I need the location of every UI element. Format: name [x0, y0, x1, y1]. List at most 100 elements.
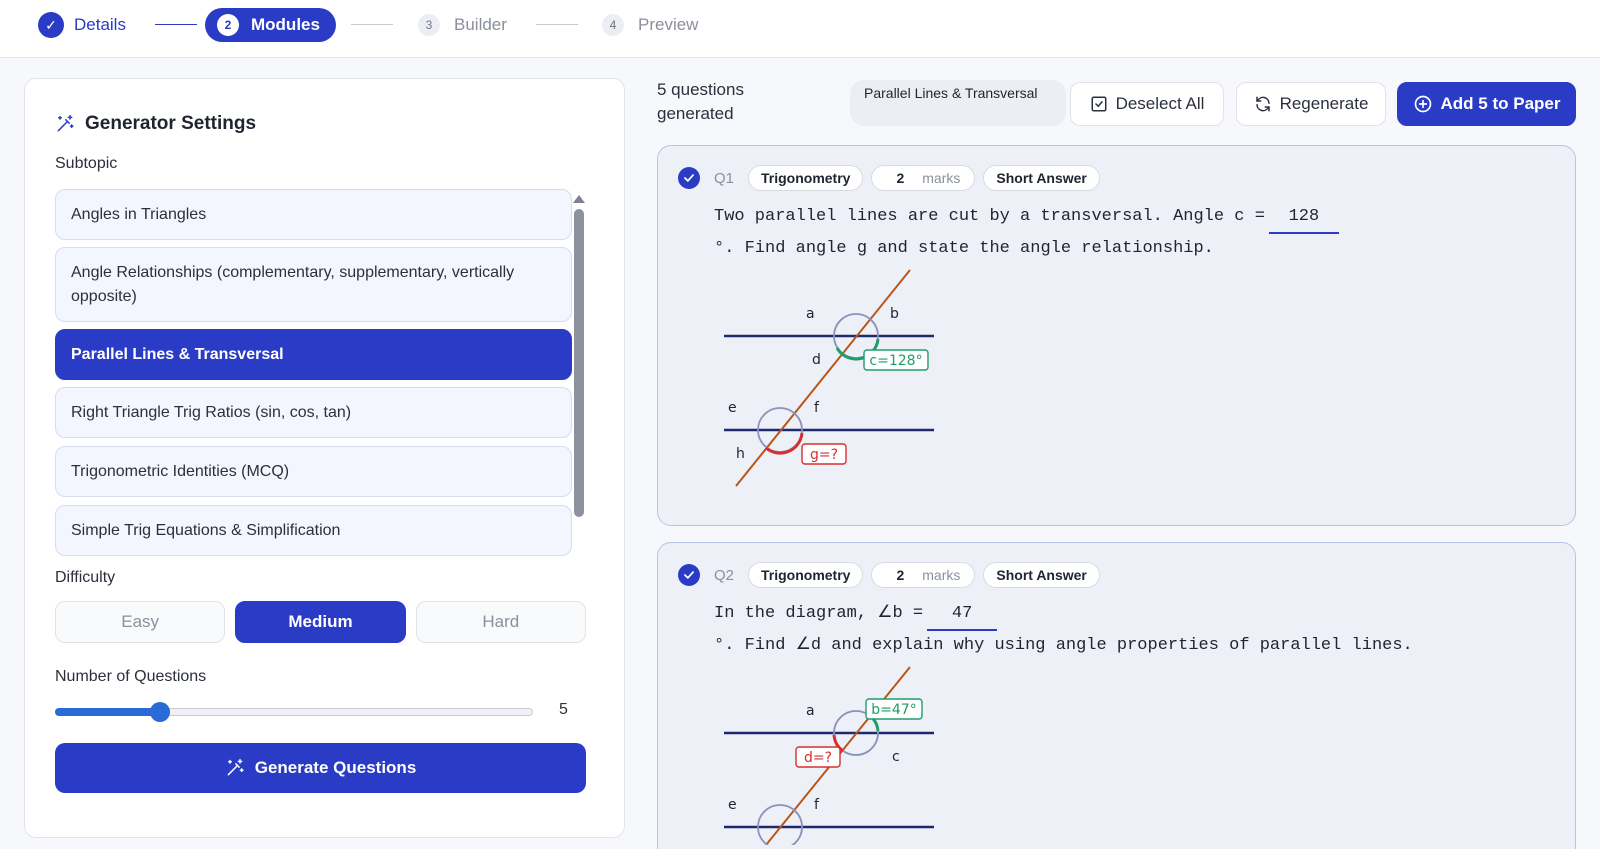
step-builder-label: Builder — [454, 15, 507, 34]
step-details-label: Details — [74, 15, 126, 34]
check-icon — [684, 571, 694, 579]
known-angle-label: c=128° — [869, 353, 922, 369]
marks-unit: marks — [922, 170, 961, 186]
question-text-after: °. Find angle g and state the angle rela… — [714, 239, 1214, 258]
topic-tag: Trigonometry — [748, 165, 864, 191]
question-id: Q2 — [714, 566, 735, 584]
subtopic-list: Angles in Triangles Angle Relationships … — [55, 189, 590, 633]
known-angle-label: b=47° — [871, 702, 916, 718]
angle-label-e: e — [728, 797, 737, 813]
question-text-before: In the diagram, ∠b = — [714, 604, 924, 623]
panel-title-text: Generator Settings — [85, 113, 257, 134]
generate-questions-button[interactable]: Generate Questions — [55, 743, 586, 793]
question-header: Q2 Trigonometry 2 marks Short Answer — [678, 561, 1100, 589]
magic-wand-icon — [227, 758, 244, 776]
subtopic-item[interactable]: Angles in Triangles — [55, 189, 572, 240]
subtopic-item-label: Right Triangle Trig Ratios (sin, cos, ta… — [71, 403, 352, 421]
step-modules[interactable]: 2 Modules — [205, 8, 336, 42]
question-header: Q1 Trigonometry 2 marks Short Answer — [678, 164, 1100, 192]
difficulty-medium-button[interactable]: Medium — [235, 601, 406, 643]
slider-fill — [55, 708, 161, 716]
checkbox-icon — [1091, 96, 1107, 112]
slider-handle[interactable] — [150, 702, 171, 722]
question-text-after: °. Find ∠d and explain why using angle p… — [714, 636, 1413, 655]
parallel-lines-diagram: a b d c=128° e f h g=? — [724, 269, 934, 487]
topic-chip: Parallel Lines & Transversal — [850, 80, 1066, 126]
plus-circle-icon — [1414, 95, 1431, 113]
question-type-tag: Short Answer — [983, 562, 1100, 588]
regenerate-label: Regenerate — [1279, 94, 1369, 113]
generator-settings-panel: Generator Settings Subtopic Angles in Tr… — [24, 78, 625, 838]
check-icon: ✓ — [38, 12, 64, 38]
step-details[interactable]: ✓ Details — [38, 8, 126, 42]
marks-number: 2 — [896, 567, 905, 583]
subtopic-item[interactable]: Angle Relationships (complementary, supp… — [55, 247, 572, 322]
answer-blank[interactable]: 47 — [927, 599, 998, 631]
step-preview[interactable]: 4 Preview — [602, 8, 698, 42]
questions-generated-count: 5 questions generated — [657, 80, 744, 123]
step-connector — [536, 24, 578, 25]
marks-tag: 2 marks — [871, 165, 976, 191]
generate-questions-label: Generate Questions — [254, 758, 417, 777]
step-builder[interactable]: 3 Builder — [418, 8, 507, 42]
angle-label-e: e — [728, 400, 737, 416]
question-text: Two parallel lines are cut by a transver… — [714, 202, 1554, 264]
num-questions-label: Number of Questions — [55, 668, 207, 685]
difficulty-label: Difficulty — [55, 569, 116, 586]
magic-wand-icon — [57, 114, 74, 132]
check-icon — [684, 174, 694, 182]
question-card[interactable]: Q2 Trigonometry 2 marks Short Answer In … — [657, 542, 1576, 849]
scroll-up-icon[interactable] — [573, 195, 585, 203]
step-preview-label: Preview — [638, 15, 699, 34]
question-card[interactable]: Q1 Trigonometry 2 marks Short Answer Two… — [657, 145, 1576, 526]
angle-label-c: c — [892, 749, 900, 765]
angle-label-d: d — [812, 352, 821, 368]
deselect-all-button[interactable]: Deselect All — [1070, 82, 1224, 126]
answer-blank[interactable]: 128 — [1268, 202, 1339, 234]
difficulty-easy-button[interactable]: Easy — [55, 601, 226, 643]
subtopic-item[interactable]: Simple Trig Equations & Simplification — [55, 505, 572, 556]
unknown-angle-label: g=? — [810, 447, 838, 463]
add-to-paper-button[interactable]: Add 5 to Paper — [1397, 82, 1576, 126]
subtopic-item-label: Angle Relationships (complementary, supp… — [71, 264, 515, 305]
question-id: Q1 — [714, 169, 735, 187]
angle-label-b: b — [890, 306, 899, 322]
question-checkbox[interactable] — [678, 564, 700, 586]
deselect-all-label: Deselect All — [1115, 94, 1205, 113]
subtopic-item-label: Trigonometric Identities (MCQ) — [71, 462, 290, 480]
difficulty-hard-button[interactable]: Hard — [415, 601, 586, 643]
num-questions-value: 5 — [559, 701, 568, 718]
angle-marker — [757, 804, 803, 845]
step-number: 2 — [217, 14, 239, 36]
num-questions-slider[interactable] — [55, 702, 533, 722]
wizard-stepper: ✓ Details 2 Modules 3 Builder 4 Preview — [0, 0, 1600, 58]
scroll-thumb[interactable] — [574, 209, 584, 517]
subtopic-item-label: Simple Trig Equations & Simplification — [71, 521, 341, 539]
subtopic-item-label: Parallel Lines & Transversal — [71, 345, 284, 363]
step-modules-label: Modules — [251, 15, 320, 34]
angle-label-f: f — [814, 400, 820, 416]
add-to-paper-label: Add 5 to Paper — [1440, 94, 1561, 113]
regenerate-button[interactable]: Regenerate — [1236, 82, 1386, 126]
topic-tag: Trigonometry — [748, 562, 864, 588]
marks-tag: 2 marks — [871, 562, 976, 588]
unknown-angle-label: d=? — [804, 750, 832, 766]
step-connector — [351, 24, 393, 25]
difficulty-toggle: Easy Medium Hard — [55, 601, 586, 643]
refresh-icon — [1255, 96, 1270, 112]
angle-label-a: a — [806, 703, 815, 719]
subtopic-item-selected[interactable]: Parallel Lines & Transversal — [55, 329, 572, 380]
question-type-tag: Short Answer — [983, 165, 1100, 191]
marks-unit: marks — [922, 567, 961, 583]
angle-label-a: a — [806, 306, 815, 322]
subtopic-scrollbar[interactable] — [572, 195, 586, 631]
panel-title: Generator Settings — [55, 113, 256, 135]
question-checkbox[interactable] — [678, 167, 700, 189]
angle-label-h: h — [736, 446, 745, 462]
subtopic-item[interactable]: Right Triangle Trig Ratios (sin, cos, ta… — [55, 387, 572, 438]
angle-label-f: f — [814, 797, 820, 813]
step-connector — [155, 24, 197, 25]
question-text: In the diagram, ∠b = 47 °. Find ∠d and ex… — [714, 599, 1554, 661]
marks-number: 2 — [896, 170, 905, 186]
subtopic-item[interactable]: Trigonometric Identities (MCQ) — [55, 446, 572, 497]
